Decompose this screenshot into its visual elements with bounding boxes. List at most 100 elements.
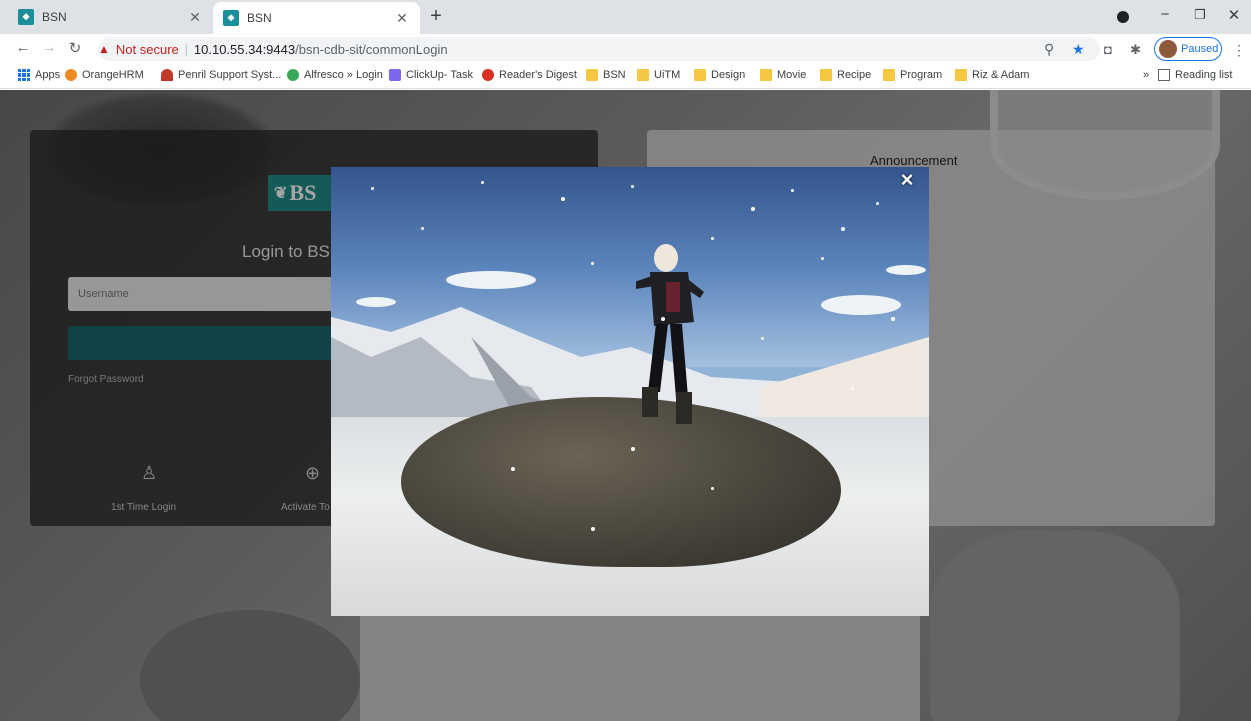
new-tab-button[interactable]: + [424,6,448,26]
bookmark-clickup[interactable]: ClickUp- Task [389,69,473,81]
profile-status: Paused [1181,43,1219,55]
warning-triangle-icon[interactable]: ▲ [98,42,110,56]
bookmark-label: Penril Support Syst... [178,69,282,81]
alfresco-icon [287,69,299,81]
bookmark-alfresco[interactable]: Alfresco » Login [287,69,383,81]
photo-snowflake [761,337,764,340]
folder-icon [586,69,598,81]
bookmark-folder-movie[interactable]: Movie [760,69,806,81]
bsn-favicon-icon: ❖ [223,10,239,26]
photo-snowflake [661,317,665,321]
photo-snowflake [876,202,879,205]
reload-icon[interactable]: ↻ [66,39,84,57]
url-path[interactable]: /bsn-cdb-sit/commonLogin [295,42,447,57]
tab-close-icon[interactable]: ✕ [394,10,410,27]
bookmark-apps[interactable]: Apps [18,69,60,81]
reading-list-icon [1158,69,1170,81]
tab-strip: ❖ BSN ✕ ❖ BSN ✕ + − ❐ ✕ [0,0,1251,34]
folder-icon [883,69,895,81]
folder-icon [694,69,706,81]
avatar [1159,40,1177,58]
photo-snowflake [511,467,515,471]
bookmark-label: Apps [35,69,61,81]
photo-snowflake [711,237,714,240]
bookmark-label: Riz & Adam [972,69,1030,81]
orangehrm-icon [65,69,77,81]
tab-bsn-2[interactable]: ❖ BSN ✕ [213,2,420,34]
security-status[interactable]: Not secure [116,42,179,57]
bookmark-label: Design [711,69,746,81]
folder-icon [955,69,967,81]
bookmark-label: Program [900,69,943,81]
photo-snowflake [371,187,374,190]
maximize-button[interactable]: ❐ [1190,7,1210,23]
photo-snowflake [841,227,845,231]
bookmark-folder-design[interactable]: Design [694,69,745,81]
bsn-favicon-icon: ❖ [18,9,34,25]
bookmark-label: BSN [603,69,626,81]
tab-close-icon[interactable]: ✕ [187,9,203,26]
url-separator: | [184,42,188,56]
photo-snowflake [421,227,424,230]
bookmark-label: ClickUp- Task [406,69,474,81]
penril-icon [161,69,173,81]
profile-indicator-icon[interactable] [1117,11,1129,23]
bookmark-folder-riz-adam[interactable]: Riz & Adam [955,69,1029,81]
announcement-image-modal [331,167,929,616]
photo-snowflake [631,447,635,451]
bookmarks-bar: Apps OrangeHRM Penril Support Syst... Al… [0,64,1251,89]
close-modal-button[interactable]: × [895,169,919,192]
bookmark-folder-bsn[interactable]: BSN [586,69,626,81]
bookmark-label: Alfresco » Login [304,69,383,81]
more-menu-icon[interactable]: ⋮ [1232,42,1246,59]
zoom-search-icon[interactable]: ⚲ [1044,41,1054,58]
photo-snowflake [591,527,595,531]
bookmark-label: Movie [777,69,807,81]
bookmark-folder-recipe[interactable]: Recipe [820,69,871,81]
url-host[interactable]: 10.10.55.34:9443 [194,42,295,57]
bookmark-label: UiTM [654,69,681,81]
photo-snowflake [851,387,854,390]
tab-bsn-1[interactable]: ❖ BSN ✕ [8,0,213,34]
folder-icon [637,69,649,81]
bookmarks-overflow-button[interactable]: » [1143,69,1149,81]
photo-snowflake [891,317,895,321]
close-window-button[interactable]: ✕ [1224,6,1244,24]
readers-digest-icon [482,69,494,81]
photo-snowflake [791,189,794,192]
photo-cloud [886,265,926,275]
tab-title: BSN [247,11,272,25]
bookmark-folder-program[interactable]: Program [883,69,942,81]
back-arrow-icon[interactable]: ← [14,39,32,56]
reading-list-label: Reading list [1175,69,1233,81]
bookmark-orangehrm[interactable]: OrangeHRM [65,69,144,81]
folder-icon [820,69,832,81]
extensions-puzzle-icon[interactable]: ✱ [1130,42,1141,58]
bookmark-label: Reader's Digest [499,69,577,81]
photo-snowflake [711,487,714,490]
photo-snowflake [481,181,484,184]
folder-icon [760,69,772,81]
address-bar[interactable]: ▲ Not secure | 10.10.55.34:9443 /bsn-cdb… [98,37,1100,61]
bookmark-readers-digest[interactable]: Reader's Digest [482,69,577,81]
browser-toolbar: ← → ↻ ▲ Not secure | 10.10.55.34:9443 /b… [0,34,1251,64]
bookmark-label: OrangeHRM [82,69,144,81]
tab-title: BSN [42,10,67,24]
bookmark-label: Recipe [837,69,872,81]
clickup-icon [389,69,401,81]
minimize-button[interactable]: − [1155,6,1175,23]
bookmark-penril[interactable]: Penril Support Syst... [161,69,281,81]
apps-grid-icon [18,69,30,81]
photo-snowflake [561,197,565,201]
photo-snowflake [751,207,755,211]
photo-snowflake [821,257,824,260]
bookmark-star-icon[interactable]: ★ [1072,41,1085,58]
photo-snowflake [591,262,594,265]
bookmark-folder-uitm[interactable]: UiTM [637,69,680,81]
photo-person [636,244,704,424]
forward-arrow-icon[interactable]: → [40,39,58,56]
reading-list-button[interactable]: Reading list [1158,69,1232,81]
profile-paused-button[interactable]: Paused [1154,37,1222,61]
camera-icon[interactable]: ◘ [1104,42,1112,57]
photo-snowflake [631,185,634,188]
